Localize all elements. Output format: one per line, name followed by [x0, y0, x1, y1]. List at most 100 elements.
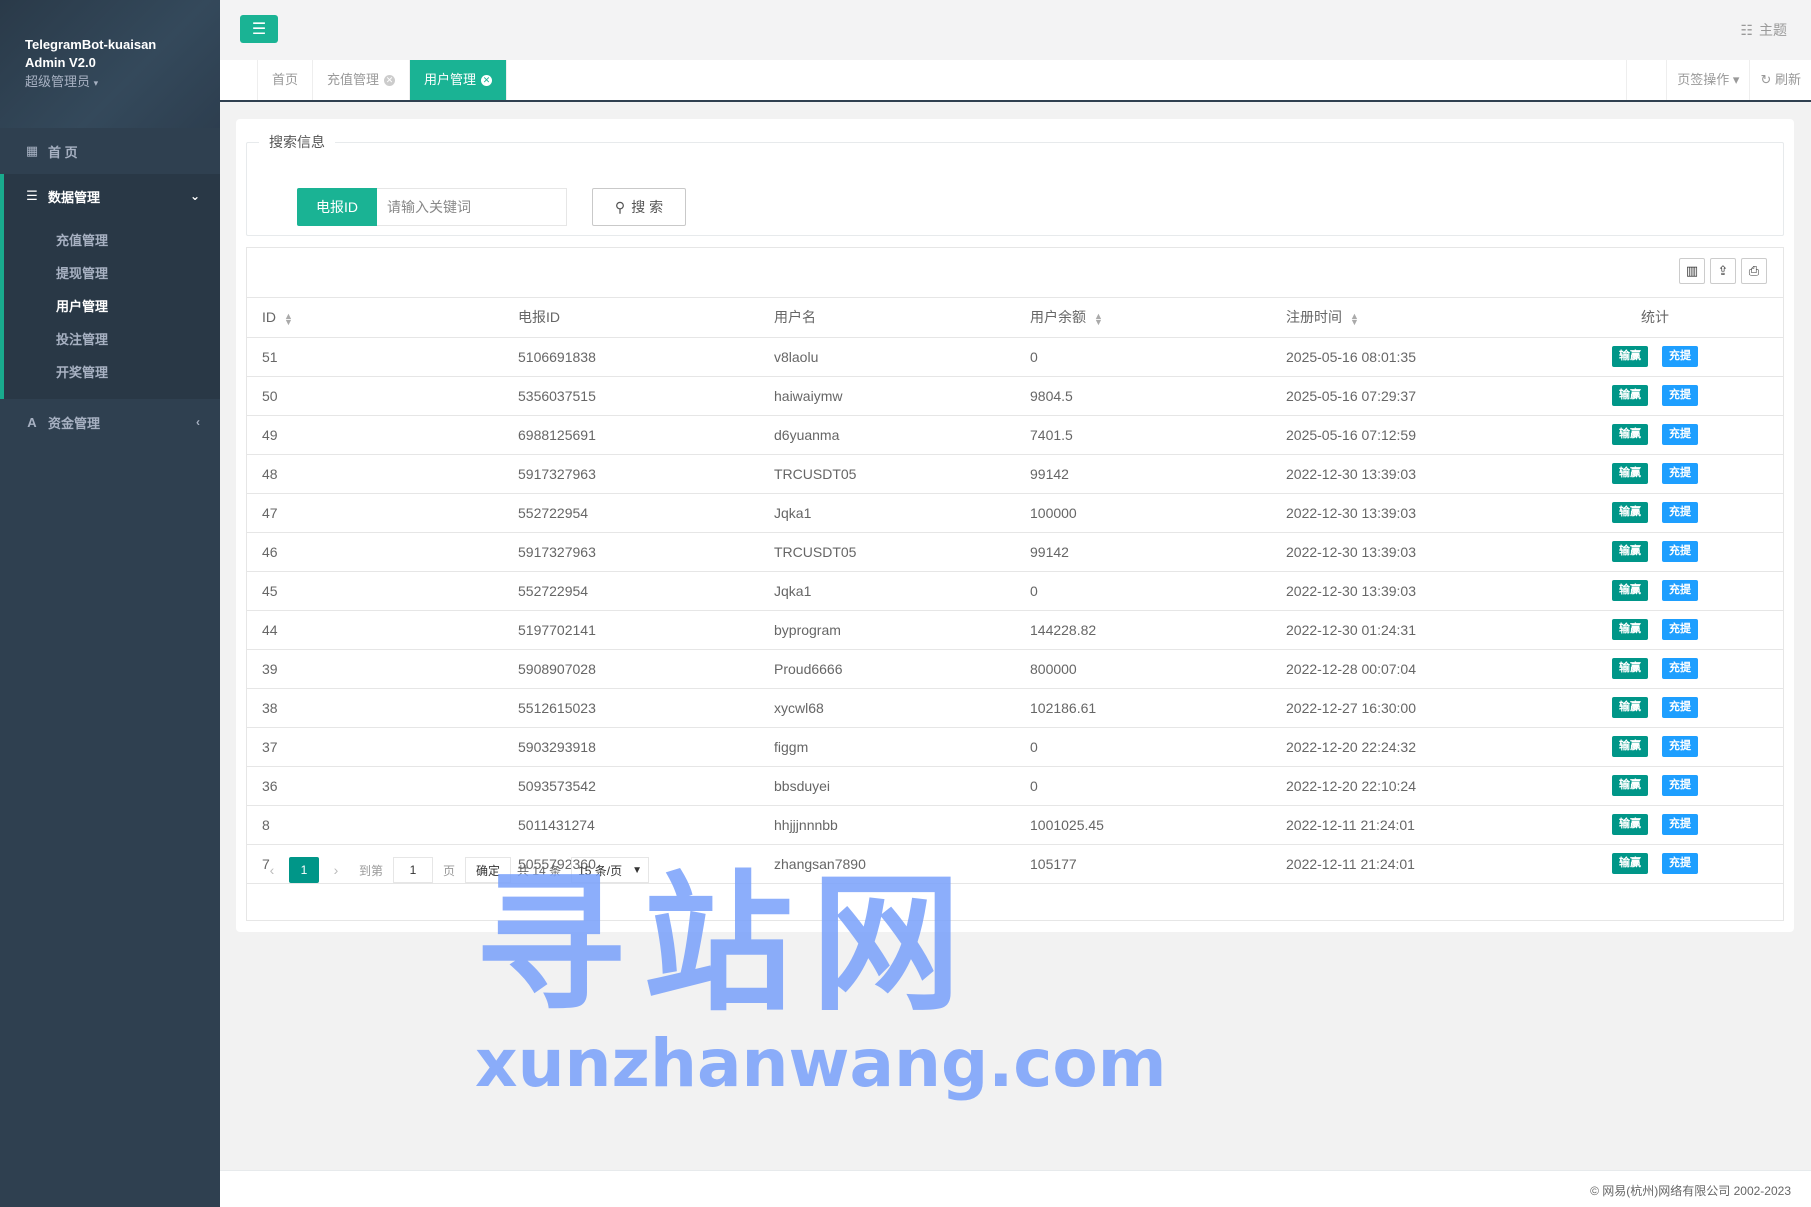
win-loss-button[interactable]: 输赢 [1612, 697, 1648, 718]
win-loss-button[interactable]: 输赢 [1612, 736, 1648, 757]
print-button[interactable]: ⎙ [1741, 258, 1767, 284]
sidebar-item-lottery[interactable]: 开奖管理 [4, 356, 220, 389]
close-icon[interactable]: ✕ [481, 74, 493, 86]
topup-withdraw-button[interactable]: 充提 [1662, 385, 1698, 406]
cell-actions: 输赢 充提 [1527, 454, 1783, 494]
win-loss-button[interactable]: 输赢 [1612, 814, 1648, 835]
tab-label: 首页 [272, 72, 299, 87]
menu-toggle-button[interactable]: ☰ [240, 15, 278, 43]
cell-username: Jqka1 [759, 571, 1015, 611]
sidebar-item-data-management[interactable]: ☰ 数据管理 ⌄ [4, 174, 220, 218]
sidebar-item-funds[interactable]: A 资金管理 ‹ [0, 399, 220, 445]
page-size-label: 15 条/页 [578, 863, 623, 878]
search-button[interactable]: ⚲ 搜 索 [592, 188, 686, 226]
search-field-label: 电报ID [297, 188, 377, 226]
topup-withdraw-button[interactable]: 充提 [1662, 502, 1698, 523]
cell-username: d6yuanma [759, 415, 1015, 455]
tab-users[interactable]: 用户管理 ✕ [410, 60, 508, 100]
cell-actions: 输赢 充提 [1527, 805, 1783, 845]
topup-withdraw-button[interactable]: 充提 [1662, 697, 1698, 718]
sidebar-item-bets[interactable]: 投注管理 [4, 323, 220, 356]
cell-reg-time: 2025-05-16 07:29:37 [1271, 376, 1527, 416]
next-page-icon[interactable]: › [323, 862, 349, 878]
table-toolbar: ▥ ⇪ ⎙ [247, 248, 1783, 298]
sort-icon[interactable]: ▲ ▼ [1094, 311, 1103, 326]
topup-withdraw-button[interactable]: 充提 [1662, 424, 1698, 445]
cell-reg-time: 2022-12-11 21:24:01 [1271, 844, 1527, 884]
goto-confirm-button[interactable]: 确定 [465, 857, 512, 883]
prev-page-icon[interactable]: ‹ [259, 862, 285, 878]
page-ops-dropdown[interactable]: 页签操作 ▾ [1666, 60, 1749, 100]
win-loss-button[interactable]: 输赢 [1612, 658, 1648, 679]
topup-withdraw-button[interactable]: 充提 [1662, 619, 1698, 640]
columns-filter-button[interactable]: ▥ [1679, 258, 1705, 284]
win-loss-button[interactable]: 输赢 [1612, 541, 1648, 562]
print-icon: ⎙ [1748, 263, 1760, 278]
sidebar-item-recharge[interactable]: 充值管理 [4, 224, 220, 257]
tab-recharge[interactable]: 充值管理 ✕ [313, 60, 411, 100]
win-loss-button[interactable]: 输赢 [1612, 463, 1648, 484]
topup-withdraw-button[interactable]: 充提 [1662, 775, 1698, 796]
cell-username: v8laolu [759, 337, 1015, 377]
win-loss-button[interactable]: 输赢 [1612, 346, 1648, 367]
export-icon: ⇪ [1717, 263, 1729, 278]
topup-withdraw-button[interactable]: 充提 [1662, 541, 1698, 562]
refresh-button[interactable]: ↻ 刷新 [1749, 60, 1811, 100]
cell-id: 39 [247, 649, 503, 689]
theme-label: 主题 [1759, 22, 1787, 38]
current-page[interactable]: 1 [289, 857, 319, 883]
column-header-balance[interactable]: 用户余额 ▲ ▼ [1015, 298, 1271, 338]
close-icon[interactable]: ✕ [384, 74, 396, 86]
sidebar-item-users[interactable]: 用户管理 [4, 290, 220, 323]
page-ops-label: 页签操作 [1677, 72, 1730, 87]
goto-page-input[interactable] [393, 857, 434, 883]
win-loss-button[interactable]: 输赢 [1612, 424, 1648, 445]
sidebar-item-home[interactable]: ▦ 首 页 [0, 128, 220, 174]
main-content: 搜索信息 电报ID ⚲ 搜 索 ▥ ⇪ ⎙ ID▲▼ 电报ID 用户名 [236, 119, 1794, 932]
search-button-label: 搜 索 [631, 199, 664, 215]
cell-actions: 输赢 充提 [1527, 610, 1783, 650]
sort-icon[interactable]: ▲ ▼ [1350, 311, 1359, 326]
cell-reg-time: 2022-12-27 16:30:00 [1271, 688, 1527, 728]
tab-home[interactable]: 首页 [258, 60, 314, 100]
column-header-id[interactable]: ID ▲ ▼ [247, 298, 503, 338]
cell-id: 8 [247, 805, 503, 845]
cell-id: 48 [247, 454, 503, 494]
role-dropdown[interactable]: 超级管理员 ▾ [25, 72, 195, 93]
win-loss-button[interactable]: 输赢 [1612, 619, 1648, 640]
topup-withdraw-button[interactable]: 充提 [1662, 580, 1698, 601]
cell-balance: 0 [1015, 571, 1271, 611]
column-header-reg-time[interactable]: 注册时间 ▲ ▼ [1271, 298, 1527, 338]
topup-withdraw-button[interactable]: 充提 [1662, 346, 1698, 367]
topup-withdraw-button[interactable]: 充提 [1662, 658, 1698, 679]
theme-button[interactable]: ☷ 主题 [1740, 20, 1787, 40]
cell-tg-id: 5356037515 [503, 376, 759, 416]
cell-tg-id: 5093573542 [503, 766, 759, 806]
cell-balance: 0 [1015, 727, 1271, 767]
cell-username: zhangsan7890 [759, 844, 1015, 884]
sidebar-item-withdraw[interactable]: 提现管理 [4, 257, 220, 290]
cell-id: 44 [247, 610, 503, 650]
sort-icon[interactable]: ▲ ▼ [284, 311, 293, 326]
topup-withdraw-button[interactable]: 充提 [1662, 463, 1698, 484]
win-loss-button[interactable]: 输赢 [1612, 502, 1648, 523]
search-row: 电报ID ⚲ 搜 索 [297, 188, 686, 226]
tabs-scroll-right[interactable] [1626, 60, 1666, 100]
win-loss-button[interactable]: 输赢 [1612, 775, 1648, 796]
win-loss-button[interactable]: 输赢 [1612, 385, 1648, 406]
topup-withdraw-button[interactable]: 充提 [1662, 814, 1698, 835]
table-row: 39 5908907028 Proud6666 800000 2022-12-28 00… [247, 649, 1783, 689]
table-row: 37 5903293918 figgm 0 2022-12-20 22:24:32 输赢充… [247, 727, 1783, 767]
topup-withdraw-button[interactable]: 充提 [1662, 736, 1698, 757]
page-size-select[interactable]: 15 条/页 ▼ [571, 857, 650, 883]
topup-withdraw-button[interactable]: 充提 [1662, 853, 1698, 874]
table-row: 45 552722954 Jqka1 0 2022-12-30 13:39:03 输赢 充提 [247, 571, 1783, 611]
search-input[interactable] [377, 188, 567, 226]
chevron-down-icon: ⌄ [189, 189, 200, 203]
search-icon: ⚲ [614, 198, 626, 215]
cell-reg-time: 2022-12-20 22:24:32 [1271, 727, 1527, 767]
win-loss-button[interactable]: 输赢 [1612, 853, 1648, 874]
export-button[interactable]: ⇪ [1710, 258, 1736, 284]
cell-tg-id: 552722954 [503, 571, 759, 611]
win-loss-button[interactable]: 输赢 [1612, 580, 1648, 601]
